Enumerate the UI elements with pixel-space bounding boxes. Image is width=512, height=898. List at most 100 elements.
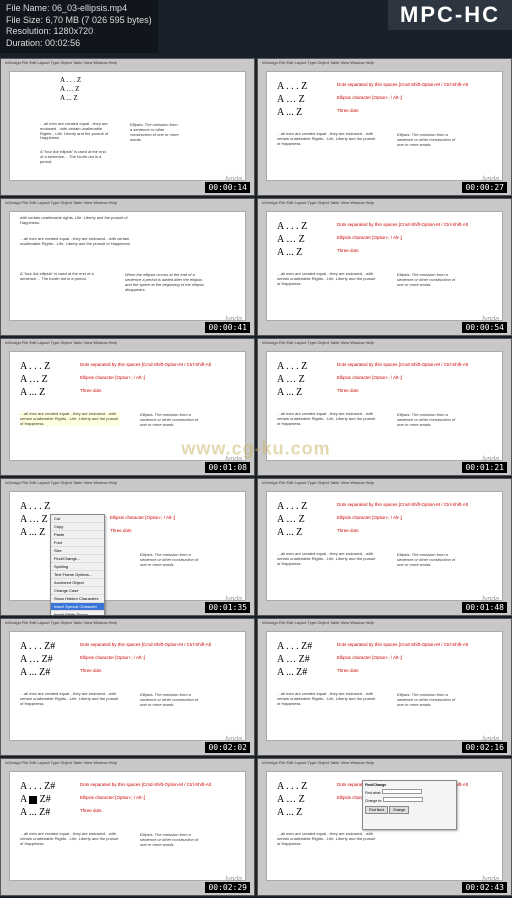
red-annotation: Three dots — [337, 248, 359, 253]
az-sample: A ... Z# — [20, 666, 55, 679]
file-name: 06_03-ellipsis.mp4 — [52, 3, 127, 13]
file-dur: 00:02:56 — [45, 38, 80, 48]
red-annotation: Three dots — [337, 668, 359, 673]
az-sample: A . . . Z — [277, 220, 307, 233]
ellipsis-def: Ellipsis: The omission from a sentence o… — [140, 692, 200, 707]
body-text: …all men are created equal…they are endo… — [40, 122, 110, 141]
red-annotation: Dots separated by thin spaces [Cmd-Shift… — [337, 222, 468, 227]
red-annotation: Dots separated by thin spaces [Cmd-Shift… — [337, 362, 468, 367]
body-text: …all men are created equal…they are endo… — [277, 412, 377, 426]
body-text: …all men are created equal…they are endo… — [277, 832, 377, 846]
timestamp: 00:01:08 — [205, 462, 250, 473]
timestamp: 00:00:54 — [462, 322, 507, 333]
az-sample: A … Z# — [20, 653, 55, 666]
app-menubar: InDesign File Edit Layout Type Object Ta… — [5, 340, 117, 345]
red-annotation: Three dots — [337, 388, 359, 393]
az-sample: A … Z — [20, 373, 50, 386]
find-next-button[interactable]: Find Next — [365, 806, 388, 814]
app-menubar: InDesign File Edit Layout Type Object Ta… — [262, 340, 374, 345]
ctx-tfo[interactable]: Text Frame Options... — [51, 571, 104, 579]
thumbnail-3[interactable]: InDesign File Edit Layout Type Object Ta… — [0, 198, 255, 336]
az-sample: A . . . Z — [20, 360, 50, 373]
ctx-anchored[interactable]: Anchored Object — [51, 579, 104, 587]
app-menubar: InDesign File Edit Layout Type Object Ta… — [262, 480, 374, 485]
player-title: MPC-HC — [388, 0, 512, 30]
red-annotation: Ellipsis character [Option-; / Alt-;] — [80, 655, 145, 660]
thumbnail-1[interactable]: InDesign File Edit Layout Type Object Ta… — [0, 58, 255, 196]
az-sample: A . . . Z — [277, 360, 307, 373]
az-sample: A … Z — [277, 233, 307, 246]
red-annotation: Dots separated by thin spaces [Cmd-Shift… — [80, 642, 211, 647]
thumbnail-2[interactable]: InDesign File Edit Layout Type Object Ta… — [257, 58, 512, 196]
change-button[interactable]: Change — [389, 806, 409, 814]
ctx-hidden[interactable]: Show Hidden Characters — [51, 595, 104, 603]
file-res-label: Resolution: — [6, 26, 51, 36]
timestamp: 00:02:02 — [205, 742, 250, 753]
thumbnail-8[interactable]: InDesign File Edit Layout Type Object Ta… — [257, 478, 512, 616]
az-sample: A ... Z — [20, 526, 50, 539]
red-annotation: Ellipsis character [Option-; / Alt-;] — [337, 375, 402, 380]
body-text: …all men are created equal…they are endo… — [277, 552, 377, 566]
thumbnail-7[interactable]: InDesign File Edit Layout Type Object Ta… — [0, 478, 255, 616]
body-text: …all men are created equal…they are endo… — [277, 272, 377, 286]
red-annotation: Ellipsis character [Option-; / Alt-;] — [337, 655, 402, 660]
context-menu[interactable]: Cut Copy Paste Font Size Find/Change... … — [50, 514, 105, 616]
ellipsis-def: Ellipsis: The omission from a sentence o… — [397, 412, 457, 427]
thumbnail-6[interactable]: InDesign File Edit Layout Type Object Ta… — [257, 338, 512, 476]
document-canvas: A . . . Z A … Z A ... Z Dots separated b… — [266, 491, 503, 601]
red-annotation: Ellipsis character [Option-; / Alt-;] — [337, 515, 402, 520]
app-menubar: InDesign File Edit Layout Type Object Ta… — [262, 60, 374, 65]
app-menubar: InDesign File Edit Layout Type Object Ta… — [5, 60, 117, 65]
red-annotation: Three dots — [110, 528, 132, 533]
thumbnail-9[interactable]: InDesign File Edit Layout Type Object Ta… — [0, 618, 255, 756]
body-text: …all men are created equal…they are endo… — [277, 692, 377, 706]
thumbnail-10[interactable]: InDesign File Edit Layout Type Object Ta… — [257, 618, 512, 756]
document-canvas: A . . . Z A … Z A ... Z Dots separated b… — [266, 351, 503, 461]
ctx-spelling[interactable]: Spelling — [51, 563, 104, 571]
ctx-copy[interactable]: Copy — [51, 523, 104, 531]
az-sample: A ... Z — [277, 106, 307, 119]
red-annotation: Ellipsis character [Option-; / Alt-;] — [337, 95, 402, 100]
red-annotation: Dots separated by thin spaces [Cmd-Shift… — [337, 502, 468, 507]
ctx-special-char[interactable]: Insert Special Character — [51, 603, 104, 611]
az-sample: A . . . Z — [277, 80, 307, 93]
red-annotation: Three dots — [80, 808, 102, 813]
ctx-whitespace[interactable]: Insert White Space — [51, 611, 104, 616]
az-sample: A . . . Z# — [20, 640, 55, 653]
thumbnail-4[interactable]: InDesign File Edit Layout Type Object Ta… — [257, 198, 512, 336]
ctx-size[interactable]: Size — [51, 547, 104, 555]
document-canvas: with certain unalienable rights. Life, L… — [9, 211, 246, 321]
document-canvas: A . . . Z A … Z A ... Z Dots separated b… — [266, 211, 503, 321]
app-menubar: InDesign File Edit Layout Type Object Ta… — [262, 620, 374, 625]
thumbnail-5[interactable]: InDesign File Edit Layout Type Object Ta… — [0, 338, 255, 476]
body-text: …all men are created equal…they are endo… — [277, 132, 377, 146]
document-canvas: A . . . Z A … Z A ... Z Dots separated b… — [266, 771, 503, 881]
red-annotation: Dots separated by thin spaces [Cmd-Shift… — [337, 642, 468, 647]
document-canvas: A . . . Z A … Z A ... Z Dots separated b… — [9, 351, 246, 461]
ctx-font[interactable]: Font — [51, 539, 104, 547]
thumbnail-12[interactable]: InDesign File Edit Layout Type Object Ta… — [257, 758, 512, 896]
file-dur-label: Duration: — [6, 38, 43, 48]
red-annotation: Ellipsis character [Option-; / Alt-;] — [80, 795, 145, 800]
red-annotation: Dots separated by thin spaces [Cmd-Shift… — [80, 782, 211, 787]
red-annotation: Three dots — [337, 528, 359, 533]
red-annotation: Three dots — [80, 388, 102, 393]
body-text: with certain unalienable rights. Life, L… — [20, 216, 140, 226]
az-sample: A ... Z — [277, 806, 307, 819]
az-sample: A Z# — [20, 793, 55, 806]
ctx-find[interactable]: Find/Change... — [51, 555, 104, 563]
ctx-case[interactable]: Change Case — [51, 587, 104, 595]
find-input[interactable] — [382, 789, 422, 794]
file-res: 1280x720 — [54, 26, 94, 36]
thumbnail-11[interactable]: InDesign File Edit Layout Type Object Ta… — [0, 758, 255, 896]
ctx-paste[interactable]: Paste — [51, 531, 104, 539]
file-info-panel: File Name: 06_03-ellipsis.mp4 File Size:… — [0, 0, 158, 53]
red-annotation: Dots separated by thin spaces [Cmd-Shift… — [337, 82, 468, 87]
change-input[interactable] — [383, 797, 423, 802]
ctx-cut[interactable]: Cut — [51, 515, 104, 523]
body-text: …all men are created equal…they are endo… — [20, 237, 140, 247]
timestamp: 00:02:16 — [462, 742, 507, 753]
red-annotation: Ellipsis character [Option-; / Alt-;] — [110, 515, 175, 520]
find-change-dialog[interactable]: Find/Change Find what: Change to: Find N… — [362, 780, 457, 830]
body-text-highlighted: …all men are created equal…they are endo… — [20, 412, 120, 426]
